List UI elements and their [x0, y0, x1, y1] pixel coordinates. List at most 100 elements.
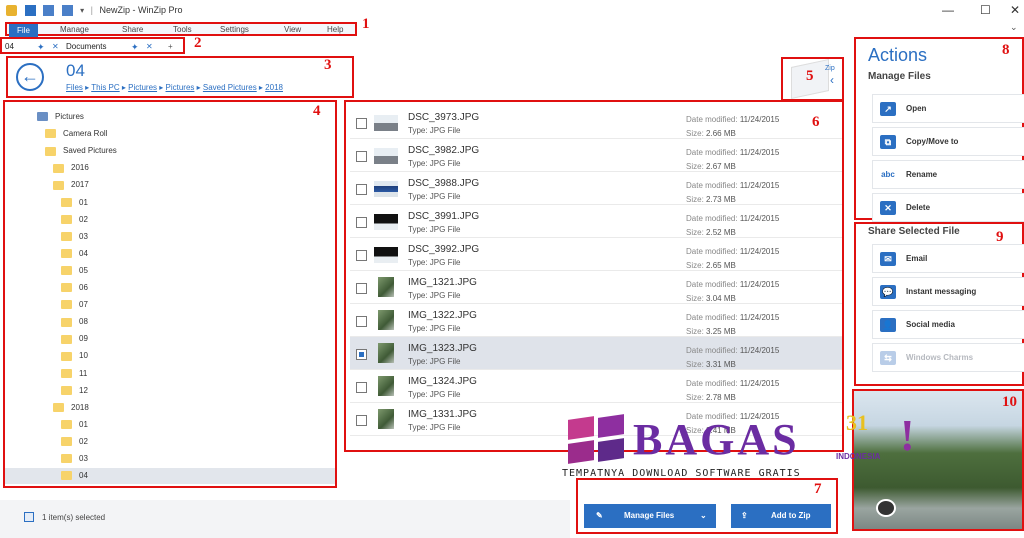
file-name: DSC_3991.JPG — [408, 211, 480, 222]
zip-icon[interactable] — [61, 5, 73, 17]
tree-node-label: 04 — [79, 248, 88, 258]
tab-documents[interactable]: Documents — [66, 42, 106, 51]
file-row[interactable]: DSC_3991.JPG Type: JPG File Date modified:… — [350, 205, 842, 238]
instant-messaging-button[interactable]: 💬 Instant messaging — [872, 277, 1024, 306]
file-name: DSC_3982.JPG — [408, 145, 480, 156]
slideshow-icon[interactable] — [876, 499, 896, 517]
menu-settings[interactable]: Settings — [220, 25, 249, 34]
file-checkbox[interactable] — [356, 217, 367, 228]
file-row[interactable]: IMG_1321.JPG Type: JPG File Date modified:… — [350, 271, 842, 304]
minimize-button[interactable]: — — [942, 3, 954, 17]
menu-view[interactable]: View — [284, 25, 301, 34]
tree-node[interactable]: 11 — [61, 366, 87, 382]
share-icon[interactable] — [43, 5, 55, 17]
tab-04[interactable]: 04 — [5, 42, 14, 51]
tree-node[interactable]: Camera Roll — [45, 126, 107, 142]
back-arrow-icon[interactable]: ← — [16, 63, 44, 91]
tree-node[interactable]: 07 — [61, 297, 88, 313]
file-date: Date modified: 11/24/2015 — [686, 247, 780, 256]
tree-node-label: 02 — [79, 436, 88, 446]
file-checkbox[interactable] — [356, 151, 367, 162]
email-button[interactable]: ✉ Email — [872, 244, 1024, 273]
delete-button[interactable]: ✕ Delete — [872, 193, 1024, 222]
ribbon-collapse-icon[interactable]: ⌄ — [1010, 22, 1018, 33]
tree-node[interactable]: 2017 — [53, 177, 89, 193]
social-media-button[interactable]: 👤 Social media — [872, 310, 1024, 339]
breadcrumb-item[interactable]: Pictures — [128, 83, 157, 92]
file-thumbnail — [374, 214, 398, 230]
file-checkbox[interactable] — [356, 184, 367, 195]
menu-manage[interactable]: Manage — [60, 25, 89, 34]
add-to-zip-button[interactable]: ⇪ Add to Zip — [731, 504, 831, 528]
tree-node-label: 01 — [79, 197, 88, 207]
breadcrumb-item[interactable]: Pictures — [166, 83, 195, 92]
pin-icon[interactable]: ✦ — [37, 42, 45, 53]
tree-node[interactable]: 12 — [61, 383, 88, 399]
menu-help[interactable]: Help — [327, 25, 343, 34]
file-size: Size: 2.66 MB — [686, 129, 736, 138]
tree-node[interactable]: 01 — [61, 195, 88, 211]
tree-node[interactable]: 09 — [61, 331, 88, 347]
file-row[interactable]: DSC_3982.JPG Type: JPG File Date modified:… — [350, 139, 842, 172]
file-date: Date modified: 11/24/2015 — [686, 346, 780, 355]
customize-chevron-icon[interactable]: ▾ — [80, 6, 84, 15]
file-checkbox[interactable] — [356, 283, 367, 294]
save-icon[interactable] — [24, 5, 36, 17]
tree-node[interactable]: 02 — [61, 212, 88, 228]
file-checkbox[interactable] — [356, 382, 367, 393]
file-row[interactable]: IMG_1322.JPG Type: JPG File Date modified:… — [350, 304, 842, 337]
breadcrumb-item[interactable]: This PC — [91, 83, 119, 92]
menu-tools[interactable]: Tools — [173, 25, 192, 34]
tree-node[interactable]: 05 — [61, 263, 88, 279]
file-checkbox[interactable] — [356, 415, 367, 426]
file-checkbox[interactable] — [356, 250, 367, 261]
breadcrumb-item[interactable]: Files — [66, 83, 83, 92]
file-date: Date modified: 11/24/2015 — [686, 148, 780, 157]
tree-node[interactable]: 01 — [61, 417, 88, 433]
watermark-brand: BAGAS — [633, 415, 800, 464]
close-tab-icon[interactable]: ✕ — [146, 42, 153, 51]
menu-share[interactable]: Share — [122, 25, 143, 34]
tree-node[interactable]: 06 — [61, 280, 88, 296]
file-size: Size: 2.73 MB — [686, 195, 736, 204]
copy-move-button[interactable]: ⧉ Copy/Move to — [872, 127, 1024, 156]
close-tab-icon[interactable]: ✕ — [52, 42, 59, 51]
file-row[interactable]: DSC_3992.JPG Type: JPG File Date modified:… — [350, 238, 842, 271]
tree-node-label: 05 — [79, 265, 88, 275]
tree-node-label: 07 — [79, 300, 88, 310]
folder-icon — [61, 385, 72, 395]
breadcrumb-item[interactable]: Saved Pictures — [203, 83, 257, 92]
tree-node-label: 12 — [79, 385, 88, 395]
file-type: Type: JPG File — [408, 258, 461, 267]
breadcrumb-item[interactable]: 2018 — [265, 83, 283, 92]
menu-file[interactable]: File — [9, 24, 38, 37]
tree-node[interactable]: 02 — [61, 434, 88, 450]
tree-node[interactable]: 04 — [5, 468, 335, 485]
chevron-down-icon[interactable]: ⌄ — [700, 504, 707, 528]
file-checkbox[interactable] — [356, 316, 367, 327]
tree-node[interactable]: 2016 — [53, 160, 89, 176]
rename-button[interactable]: abc Rename — [872, 160, 1024, 189]
file-row[interactable]: DSC_3988.JPG Type: JPG File Date modified:… — [350, 172, 842, 205]
maximize-button[interactable]: ☐ — [980, 3, 991, 17]
file-row[interactable]: DSC_3973.JPG Type: JPG File Date modified:… — [350, 106, 842, 139]
open-button[interactable]: ↗ Open — [872, 94, 1024, 123]
tree-node[interactable]: 03 — [61, 229, 88, 245]
file-checkbox[interactable] — [356, 118, 367, 129]
tree-node[interactable]: Pictures — [37, 109, 84, 125]
tree-node[interactable]: 04 — [61, 246, 88, 262]
tree-node[interactable]: 03 — [61, 451, 88, 467]
callout-10: 10 — [1002, 394, 1017, 410]
tree-node[interactable]: 2018 — [53, 400, 89, 416]
tree-node[interactable]: Saved Pictures — [45, 143, 117, 159]
new-tab-button[interactable]: + — [168, 42, 173, 51]
file-row[interactable]: IMG_1323.JPG Type: JPG File Date modified:… — [350, 337, 842, 370]
file-row[interactable]: IMG_1324.JPG Type: JPG File Date modified:… — [350, 370, 842, 403]
tree-node[interactable]: 10 — [61, 348, 88, 364]
pin-icon[interactable]: ✦ — [131, 42, 139, 53]
close-button[interactable]: ✕ — [1010, 3, 1020, 17]
tree-node[interactable]: 08 — [61, 314, 88, 330]
folder-tree: Pictures Camera Roll Saved Pictures 2016 201… — [3, 100, 337, 488]
file-checkbox[interactable] — [356, 349, 367, 360]
manage-files-button[interactable]: ✎ Manage Files ⌄ — [584, 504, 716, 528]
